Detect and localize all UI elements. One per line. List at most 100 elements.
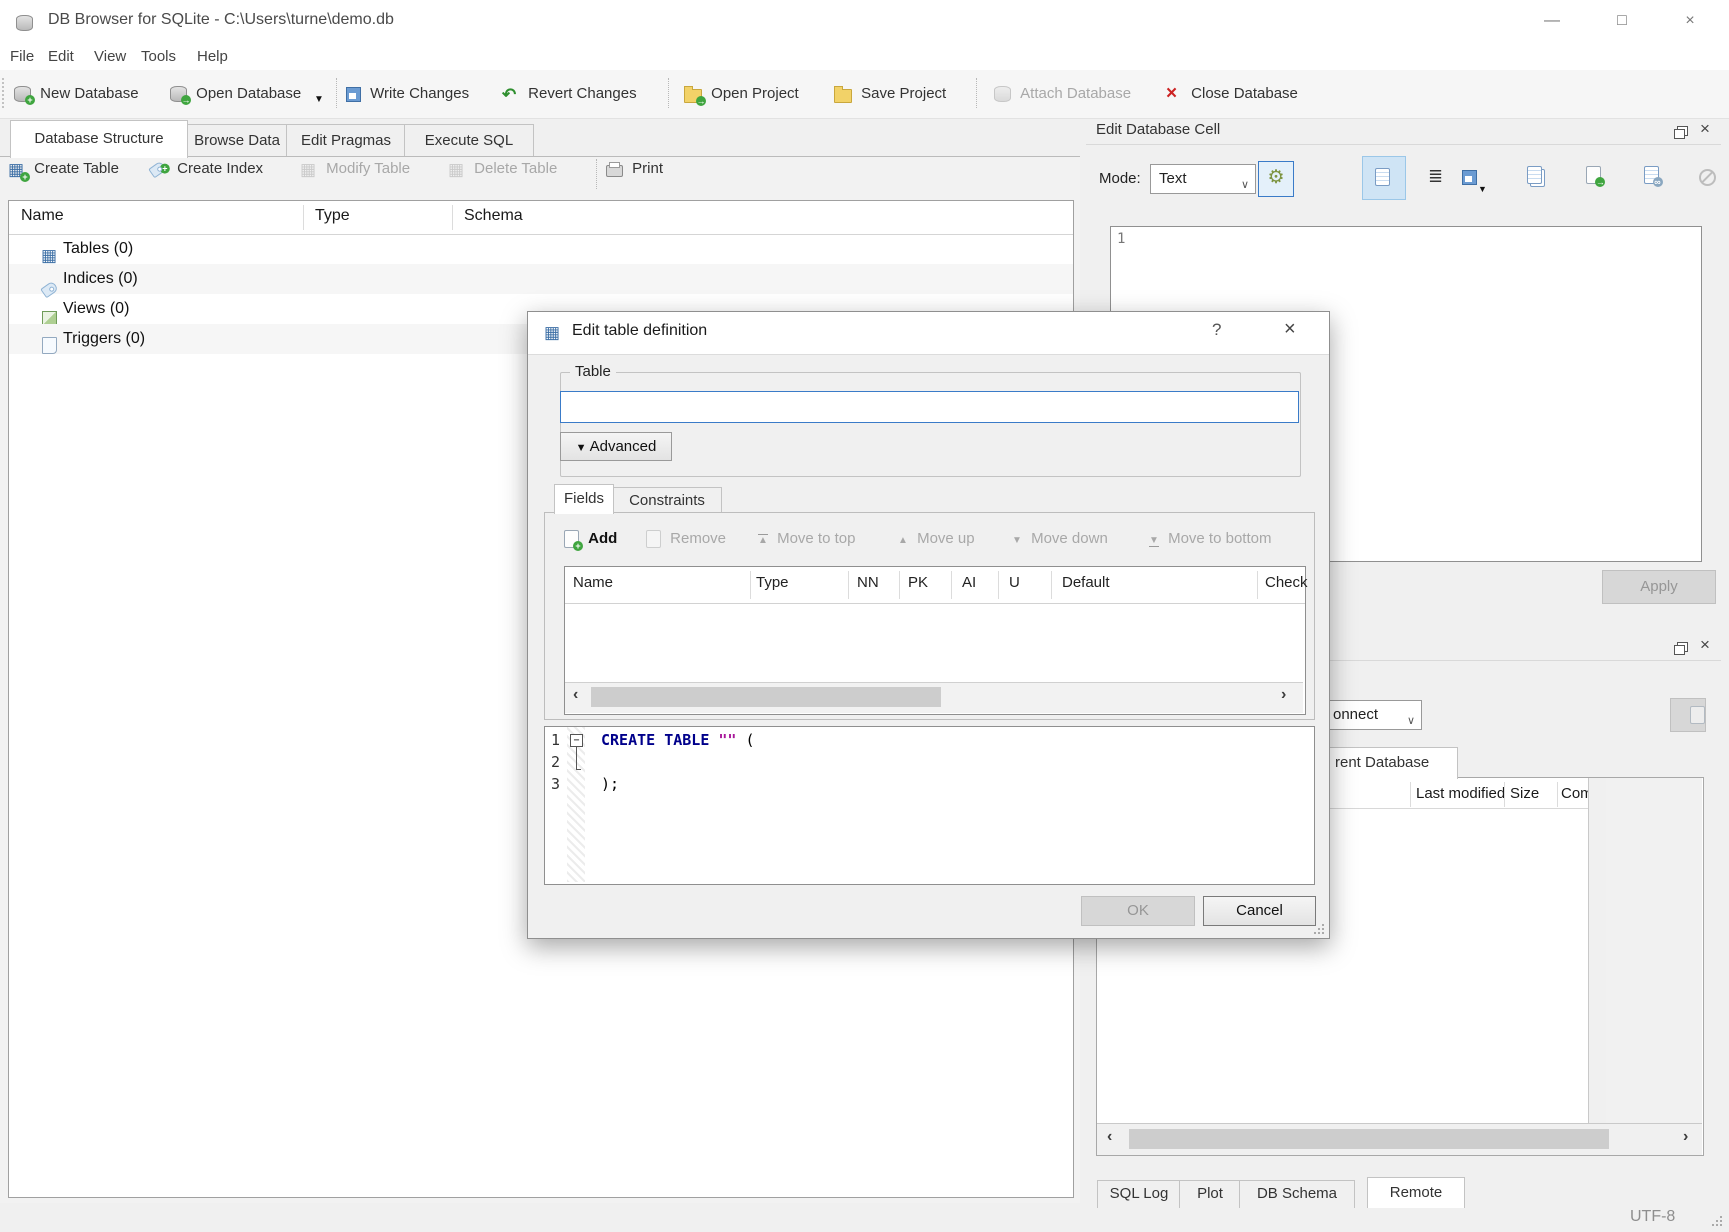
- advanced-button[interactable]: ▼ Advanced: [560, 432, 672, 461]
- print-label: Print: [632, 160, 663, 177]
- word-wrap-icon[interactable]: ≣: [1428, 166, 1443, 187]
- col-default[interactable]: Default: [1062, 574, 1110, 591]
- tab-fields[interactable]: Fields: [554, 484, 614, 514]
- col-ai[interactable]: AI: [962, 574, 976, 591]
- text-view-toggle-button[interactable]: [1362, 156, 1406, 200]
- tab-constraints[interactable]: Constraints: [612, 487, 722, 514]
- encoding-status[interactable]: UTF-8: [1630, 1208, 1675, 1226]
- move-up-button[interactable]: ▲ Move up: [898, 526, 975, 552]
- scroll-right-icon[interactable]: ›: [1281, 686, 1286, 704]
- menu-edit[interactable]: Edit: [44, 46, 78, 67]
- new-database-label: New Database: [40, 85, 138, 102]
- identity-select[interactable]: onnect ∨: [1322, 700, 1422, 730]
- float-panel-icon[interactable]: [1674, 129, 1685, 139]
- close-panel-icon[interactable]: ×: [1700, 635, 1710, 655]
- mode-select[interactable]: Text ∨: [1150, 164, 1256, 194]
- write-changes-button[interactable]: Write Changes: [346, 78, 469, 110]
- open-project-button[interactable]: → Open Project: [684, 78, 799, 110]
- scroll-left-icon[interactable]: ‹: [1107, 1128, 1112, 1146]
- dialog-resize-grip[interactable]: [1314, 924, 1324, 934]
- tree-row-tables[interactable]: ▦ Tables (0): [9, 234, 1073, 264]
- scroll-right-icon[interactable]: ›: [1683, 1128, 1688, 1146]
- col-u[interactable]: U: [1009, 574, 1020, 591]
- tree-row-label: Indices (0): [63, 264, 138, 294]
- tab-current-database[interactable]: rent Database: [1322, 747, 1458, 779]
- tab-db-schema[interactable]: DB Schema: [1239, 1180, 1355, 1208]
- tab-sql-log[interactable]: SQL Log: [1097, 1180, 1181, 1208]
- close-panel-icon[interactable]: ×: [1700, 119, 1710, 139]
- tab-remote[interactable]: Remote: [1367, 1177, 1465, 1208]
- remove-field-button[interactable]: Remove: [646, 526, 726, 552]
- vertical-scrollbar[interactable]: [1588, 778, 1606, 1123]
- fields-horizontal-scrollbar[interactable]: ‹ ›: [565, 682, 1303, 713]
- clone-database-button[interactable]: [1670, 698, 1706, 732]
- attach-database-button[interactable]: Attach Database: [994, 78, 1131, 110]
- move-to-bottom-button[interactable]: ▼ Move to bottom: [1149, 526, 1271, 552]
- new-database-button[interactable]: + New Database: [14, 78, 139, 110]
- revert-changes-button[interactable]: ↶ Revert Changes: [502, 78, 637, 110]
- move-to-top-button[interactable]: ▲ Move to top: [758, 526, 855, 552]
- auto-mode-toggle-button[interactable]: ⚙: [1258, 161, 1294, 197]
- table-name-input[interactable]: [560, 391, 1299, 423]
- float-panel-icon[interactable]: [1674, 645, 1685, 655]
- modify-table-button[interactable]: ▦ Modify Table: [300, 153, 410, 185]
- column-last-modified[interactable]: Last modified: [1416, 785, 1505, 802]
- set-null-icon[interactable]: [1699, 169, 1716, 186]
- import-dropdown-arrow[interactable]: ▼: [1478, 184, 1487, 194]
- open-database-dropdown-arrow[interactable]: ▼: [314, 94, 324, 105]
- tab-database-structure[interactable]: Database Structure: [10, 120, 188, 158]
- help-icon[interactable]: ?: [1212, 320, 1221, 340]
- fold-marker-icon[interactable]: −: [570, 734, 583, 747]
- col-nn[interactable]: NN: [857, 574, 879, 591]
- scrollbar-thumb[interactable]: [1129, 1129, 1609, 1149]
- open-external-icon[interactable]: ∞: [1644, 166, 1659, 184]
- import-cell-data-icon[interactable]: [1462, 170, 1477, 185]
- maximize-button[interactable]: □: [1602, 6, 1642, 36]
- export-cell-icon[interactable]: →: [1586, 166, 1601, 184]
- delete-table-button[interactable]: ▦ Delete Table: [448, 153, 557, 185]
- menu-view[interactable]: View: [90, 46, 130, 67]
- print-button[interactable]: Print: [606, 153, 663, 185]
- text-document-icon: [1375, 168, 1390, 186]
- menu-file[interactable]: File: [6, 46, 38, 67]
- ok-button[interactable]: OK: [1081, 896, 1195, 926]
- scrollbar-thumb[interactable]: [591, 687, 941, 707]
- app-logo-icon: [16, 15, 33, 31]
- add-field-button[interactable]: + Add: [564, 526, 617, 552]
- horizontal-scrollbar[interactable]: ‹ ›: [1097, 1123, 1702, 1155]
- close-database-button[interactable]: × Close Database: [1166, 78, 1298, 110]
- advanced-caret-icon: ▼: [576, 442, 590, 454]
- tree-col-name[interactable]: Name: [21, 207, 64, 225]
- copy-cell-icon[interactable]: [1527, 166, 1542, 184]
- tree-col-type[interactable]: Type: [315, 207, 350, 225]
- menu-help[interactable]: Help: [193, 46, 232, 67]
- tab-plot[interactable]: Plot: [1179, 1180, 1241, 1208]
- fields-table: Name Type NN PK AI U Default Check ‹ ›: [564, 566, 1306, 715]
- col-pk[interactable]: PK: [908, 574, 928, 591]
- close-button[interactable]: ×: [1670, 6, 1710, 36]
- chevron-down-icon: ∨: [1407, 707, 1415, 735]
- col-check[interactable]: Check: [1265, 574, 1308, 591]
- tree-row-indices[interactable]: Indices (0): [9, 264, 1073, 294]
- titlebar: DB Browser for SQLite - C:\Users\turne\d…: [0, 0, 1729, 44]
- move-down-button[interactable]: ▼ Move down: [1012, 526, 1108, 552]
- open-database-button[interactable]: → Open Database: [170, 78, 301, 110]
- dialog-close-icon[interactable]: ×: [1284, 318, 1296, 341]
- sql-preview[interactable]: 1 2 3 − CREATE TABLE "" ( );: [544, 726, 1315, 885]
- sql-line-1: CREATE TABLE "" (: [601, 731, 755, 749]
- col-name[interactable]: Name: [573, 574, 613, 591]
- dialog-titlebar[interactable]: ▦ Edit table definition ? ×: [528, 312, 1329, 355]
- apply-button[interactable]: Apply: [1602, 570, 1716, 604]
- close-database-icon: ×: [1166, 86, 1182, 102]
- column-size[interactable]: Size: [1510, 785, 1539, 802]
- col-type[interactable]: Type: [756, 574, 789, 591]
- chevron-down-icon: ∨: [1241, 171, 1249, 199]
- window-resize-grip[interactable]: [1712, 1216, 1722, 1226]
- save-project-button[interactable]: Save Project: [834, 78, 946, 110]
- scroll-left-icon[interactable]: ‹: [573, 686, 578, 704]
- minimize-button[interactable]: —: [1532, 6, 1572, 36]
- cancel-button[interactable]: Cancel: [1203, 896, 1316, 926]
- line-number-3: 3: [551, 775, 560, 793]
- tree-col-schema[interactable]: Schema: [464, 207, 523, 225]
- menu-tools[interactable]: Tools: [137, 46, 180, 67]
